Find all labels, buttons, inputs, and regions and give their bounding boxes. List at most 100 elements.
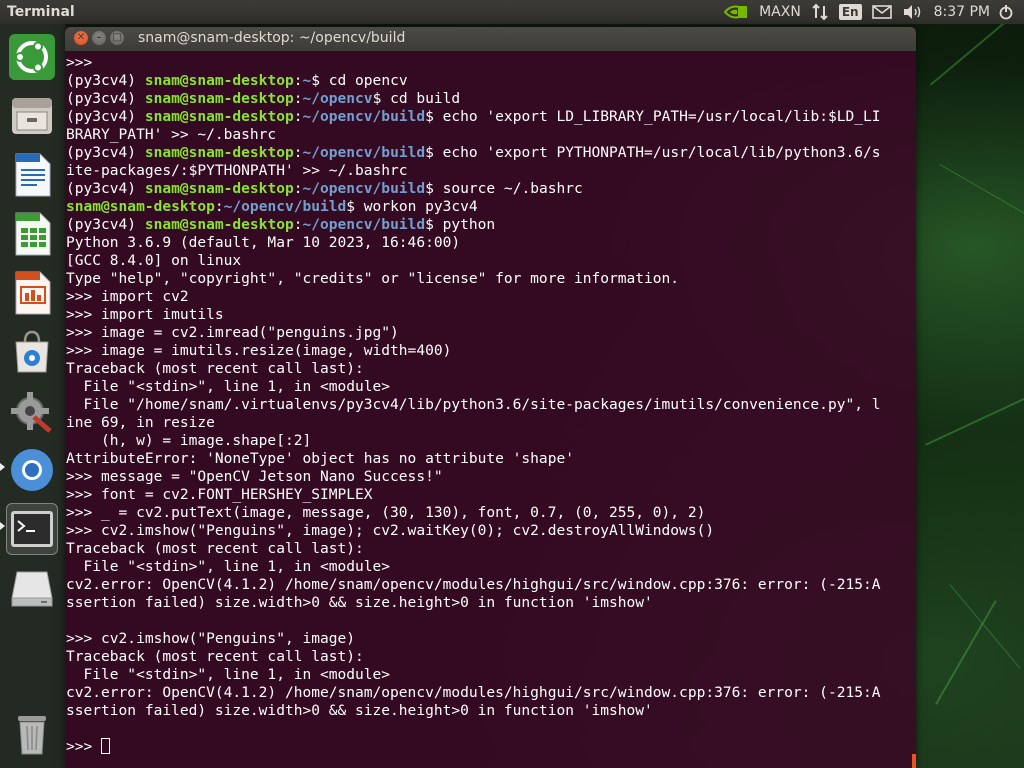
terminal-text: $ cd build [372, 90, 461, 107]
terminal-line: >>> cv2.imshow("Penguins", image); cv2.w… [66, 522, 911, 540]
drive-icon[interactable] [6, 562, 58, 614]
maximize-icon: □ [112, 32, 122, 43]
terminal-line: (py3cv4) snam@snam-desktop:~/opencv/buil… [66, 180, 911, 198]
power-gear-icon[interactable] [998, 0, 1014, 24]
terminal-text: $ echo 'export PYTHONPATH=/usr/local/lib… [425, 144, 881, 161]
power-mode-indicator[interactable]: MAXN [759, 0, 801, 24]
terminal-line: Type "help", "copyright", "credits" or "… [66, 270, 911, 288]
terminal-text: ~ [302, 72, 312, 89]
terminal-text: BRARY_PATH' >> ~/.bashrc [66, 126, 277, 143]
libreoffice-calc-icon[interactable] [6, 208, 58, 260]
terminal-text: >>> [66, 54, 93, 71]
terminal-text: $ python [425, 216, 496, 233]
terminal-line: ssertion failed) size.width>0 && size.he… [66, 702, 911, 720]
terminal-line: >>> cv2.imshow("Penguins", image) [66, 630, 911, 648]
text-cursor [101, 738, 111, 754]
terminal-text: $ workon py3cv4 [346, 198, 478, 215]
terminal-text: ~/opencv/build [302, 144, 426, 161]
terminal-line: (py3cv4) snam@snam-desktop:~/opencv/buil… [66, 108, 911, 126]
software-center-icon[interactable] [6, 326, 58, 378]
terminal-line: Traceback (most recent call last): [66, 540, 911, 558]
terminal-line: >>> image = cv2.imread("penguins.jpg") [66, 324, 911, 342]
terminal-text: (py3cv4) [66, 216, 145, 233]
launcher [0, 24, 66, 768]
terminal-output[interactable]: >>> (py3cv4) snam@snam-desktop:~$ cd open… [66, 54, 911, 764]
window-titlebar[interactable]: ✕ – □ snam@snam-desktop: ~/opencv/build [65, 27, 916, 51]
indicator-area: MAXN En 8:37 PM [723, 0, 1024, 24]
terminal-line: [GCC 8.4.0] on linux [66, 252, 911, 270]
terminal-text: $ cd opencv [311, 72, 408, 89]
mail-icon[interactable] [871, 0, 892, 24]
terminal-text: ~/opencv/build [223, 198, 347, 215]
terminal-text: >>> font = cv2.FONT_HERSHEY_SIMPLEX [66, 486, 373, 503]
chromium-icon[interactable] [6, 444, 58, 496]
terminal-text: Traceback (most recent call last): [66, 360, 364, 377]
terminal-text: Python 3.6.9 (default, Mar 10 2023, 16:4… [66, 234, 461, 251]
terminal-line: >>> import cv2 [66, 288, 911, 306]
terminal-text: >>> cv2.imshow("Penguins", image) [66, 630, 356, 647]
close-icon: ✕ [76, 32, 86, 43]
terminal-text: snam@snam-desktop [144, 216, 294, 233]
terminal-line: File "<stdin>", line 1, in <module> [66, 666, 911, 684]
terminal-text: ~/opencv/build [302, 216, 426, 233]
terminal-line: Traceback (most recent call last): [66, 648, 911, 666]
terminal-text: snam@snam-desktop [144, 72, 294, 89]
keyboard-layout-indicator[interactable]: En [838, 4, 862, 20]
terminal-line: snam@snam-desktop:~/opencv/build$ workon… [66, 198, 911, 216]
terminal-text: (py3cv4) [66, 180, 145, 197]
terminal-text: cv2.error: OpenCV(4.1.2) /home/snam/open… [66, 576, 881, 593]
volume-icon[interactable] [902, 0, 924, 24]
terminal-text: snam@snam-desktop [66, 198, 215, 215]
prompt-line[interactable]: >>> [66, 738, 911, 756]
terminal-text: >>> import cv2 [66, 288, 189, 305]
window-title: snam@snam-desktop: ~/opencv/build [138, 30, 406, 46]
terminal-text: Traceback (most recent call last): [66, 648, 364, 665]
terminal-line: (h, w) = image.shape[:2] [66, 432, 911, 450]
terminal-line: (py3cv4) snam@snam-desktop:~$ cd opencv [66, 72, 911, 90]
system-settings-icon[interactable] [6, 385, 58, 437]
libreoffice-impress-icon[interactable] [6, 267, 58, 319]
clock[interactable]: 8:37 PM [934, 0, 990, 24]
terminal-text: >>> message = "OpenCV Jetson Nano Succes… [66, 468, 443, 485]
terminal-line: >>> message = "OpenCV Jetson Nano Succes… [66, 468, 911, 486]
terminal-text: (py3cv4) [66, 108, 145, 125]
nvidia-icon[interactable] [723, 0, 749, 24]
terminal-line: cv2.error: OpenCV(4.1.2) /home/snam/open… [66, 576, 911, 594]
files-icon[interactable] [6, 90, 58, 142]
terminal-text: (py3cv4) [66, 90, 145, 107]
terminal-line: File "/home/snam/.virtualenvs/py3cv4/lib… [66, 396, 911, 414]
ubuntu-dash-icon[interactable] [6, 31, 58, 83]
terminal-text: (h, w) = image.shape[:2] [66, 432, 312, 449]
terminal-text: >>> _ = cv2.putText(image, message, (30,… [66, 504, 706, 521]
terminal-text: >>> image = imutils.resize(image, width=… [66, 342, 452, 359]
terminal-text: ssertion failed) size.width>0 && size.he… [66, 702, 653, 719]
network-arrows-icon[interactable] [811, 0, 829, 24]
top-panel: Terminal MAXN En 8:37 PM [0, 0, 1024, 24]
terminal-text: >>> cv2.imshow("Penguins", image); cv2.w… [66, 522, 715, 539]
terminal-line: >>> font = cv2.FONT_HERSHEY_SIMPLEX [66, 486, 911, 504]
maximize-window-button[interactable]: □ [110, 31, 124, 45]
terminal-text: snam@snam-desktop [144, 90, 294, 107]
terminal-text: ~/opencv/build [302, 108, 426, 125]
terminal-text: ite-packages/:$PYTHONPATH' >> ~/.bashrc [66, 162, 408, 179]
terminal-line: >>> import imutils [66, 306, 911, 324]
close-window-button[interactable]: ✕ [74, 31, 88, 45]
terminal-text: File "/home/snam/.virtualenvs/py3cv4/lib… [66, 396, 881, 413]
python-prompt: >>> [66, 738, 102, 755]
terminal-text: ~/opencv [302, 90, 373, 107]
terminal-text: : [214, 198, 224, 215]
trash-icon[interactable] [6, 708, 58, 760]
terminal-text: File "<stdin>", line 1, in <module> [66, 666, 391, 683]
terminal-text: $ source ~/.bashrc [425, 180, 583, 197]
terminal-text: snam@snam-desktop [144, 180, 294, 197]
libreoffice-writer-icon[interactable] [6, 149, 58, 201]
minimize-window-button[interactable]: – [92, 31, 106, 45]
terminal-icon[interactable] [6, 503, 58, 555]
terminal-window[interactable]: ✕ – □ snam@snam-desktop: ~/opencv/build … [65, 27, 916, 768]
terminal-text: snam@snam-desktop [144, 144, 294, 161]
terminal-text: (py3cv4) [66, 72, 145, 89]
terminal-line: cv2.error: OpenCV(4.1.2) /home/snam/open… [66, 684, 911, 702]
terminal-line: ine 69, in resize [66, 414, 911, 432]
scrollbar[interactable] [912, 754, 916, 768]
